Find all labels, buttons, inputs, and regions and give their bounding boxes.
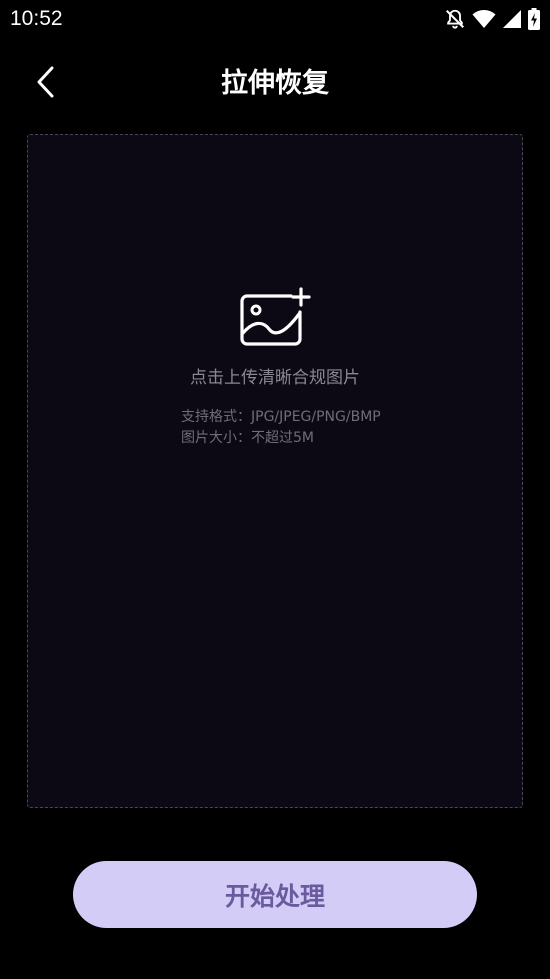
upload-area[interactable]: 点击上传清晰合规图片 支持格式：JPG/JPEG/PNG/BMP 图片大小：不超… (27, 134, 523, 808)
format-info: 支持格式：JPG/JPEG/PNG/BMP 图片大小：不超过5M (181, 407, 381, 449)
start-processing-button[interactable]: 开始处理 (73, 861, 477, 928)
app-screen: 10:52 拉伸恢复 点击上传清晰合规图片 支持格式：JPG/JPEG/PNG/… (0, 0, 550, 979)
page-title: 拉伸恢复 (221, 68, 329, 99)
cellular-signal-icon (502, 9, 522, 29)
status-time: 10:52 (10, 7, 63, 30)
bell-off-icon (444, 8, 466, 30)
status-bar: 10:52 (0, 0, 550, 38)
status-icons (444, 8, 540, 30)
battery-charging-icon (528, 8, 540, 30)
upload-hint: 点击上传清晰合规图片 (190, 368, 360, 388)
supported-formats: 支持格式：JPG/JPEG/PNG/BMP (181, 409, 381, 425)
size-limit: 图片大小：不超过5M (181, 430, 314, 446)
nav-bar: 拉伸恢复 (0, 52, 550, 116)
wifi-icon (472, 9, 496, 29)
image-add-icon (239, 287, 311, 349)
